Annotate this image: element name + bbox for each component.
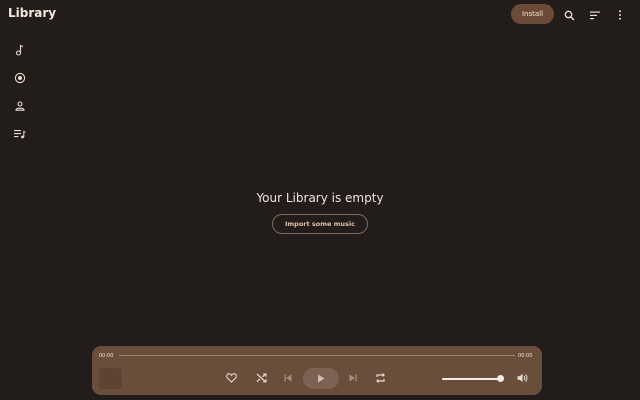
page-title: Library — [8, 6, 57, 20]
search-icon[interactable] — [561, 7, 577, 23]
nav-songs[interactable] — [10, 40, 30, 60]
empty-state: Your Library is empty Import some music — [0, 191, 640, 234]
music-note-icon — [15, 44, 24, 56]
shuffle-icon[interactable] — [254, 371, 268, 385]
play-icon — [318, 374, 325, 383]
favorite-icon[interactable] — [224, 371, 238, 385]
nav-albums[interactable] — [10, 68, 30, 88]
skip-next-icon[interactable] — [346, 371, 360, 385]
volume-slider-thumb[interactable] — [497, 375, 504, 382]
player-bar: 00:00 00:00 — [92, 346, 542, 395]
album-icon — [14, 72, 26, 84]
nav-artists[interactable] — [10, 96, 30, 116]
repeat-icon[interactable] — [373, 371, 387, 385]
playlist-icon — [14, 130, 26, 139]
current-time: 00:00 — [99, 353, 114, 359]
duration: 00:00 — [518, 353, 533, 359]
install-button[interactable]: Install — [511, 4, 554, 24]
volume-slider[interactable] — [442, 378, 500, 380]
import-music-button[interactable]: Import some music — [271, 214, 368, 234]
track-artwork — [99, 368, 122, 389]
person-icon — [15, 101, 25, 111]
nav-playlists[interactable] — [10, 124, 30, 144]
skip-previous-icon[interactable] — [281, 371, 295, 385]
seek-slider[interactable] — [119, 355, 515, 356]
more-vert-icon[interactable] — [612, 7, 628, 23]
top-app-bar: Library Install — [0, 0, 640, 30]
sort-icon[interactable] — [587, 7, 603, 23]
volume-icon[interactable] — [515, 371, 529, 385]
navigation-rail — [10, 40, 30, 152]
play-button[interactable] — [303, 368, 339, 389]
empty-state-title: Your Library is empty — [256, 191, 384, 205]
